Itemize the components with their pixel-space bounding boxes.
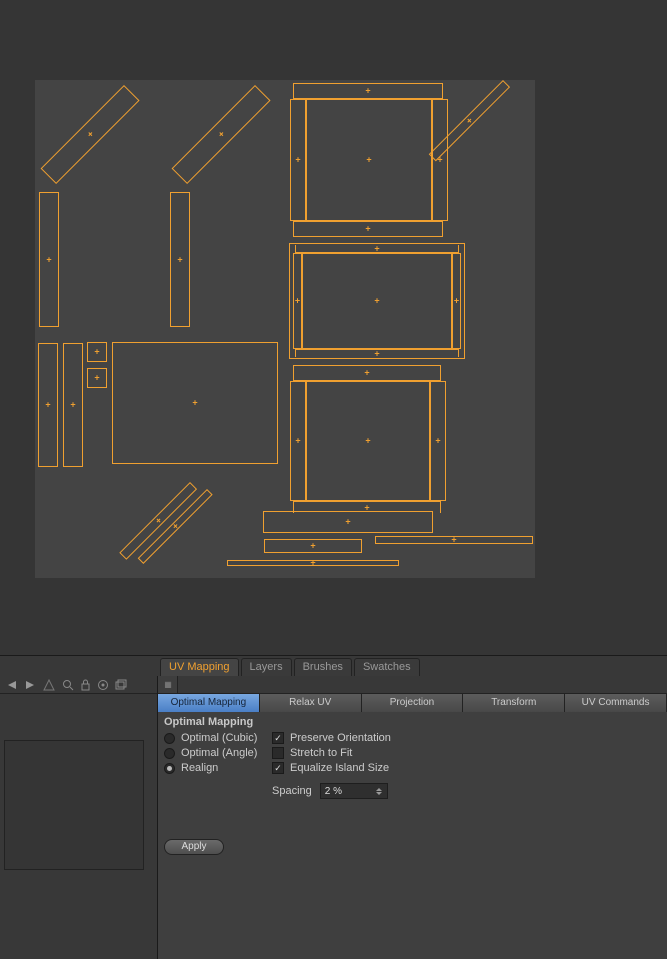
uv-island[interactable]: + [87, 342, 107, 362]
uv-island[interactable]: + [293, 253, 302, 349]
checkbox-indicator: ✓ [272, 762, 284, 774]
uv-island[interactable]: + [293, 221, 443, 237]
lower-panel: UV Mapping Layers Brushes Swatches ▦ Opt… [0, 655, 667, 959]
uv-island[interactable]: + [290, 99, 306, 221]
uv-island[interactable]: + [87, 368, 107, 388]
search-icon[interactable] [62, 679, 74, 691]
uv-island[interactable]: + [306, 99, 432, 221]
uv-canvas[interactable]: + + + + + + + + + + [35, 80, 535, 578]
tab-uv-mapping[interactable]: UV Mapping [160, 658, 239, 676]
grid-icon[interactable]: ▦ [158, 676, 178, 693]
uv-island[interactable]: + [170, 192, 190, 327]
checkbox-label: Equalize Island Size [290, 762, 389, 774]
stepper-up-icon[interactable] [376, 788, 382, 791]
radio-optimal-cubic[interactable]: Optimal (Cubic) [164, 732, 264, 744]
check-preserve-orientation[interactable]: ✓ Preserve Orientation [272, 732, 391, 744]
radio-label: Realign [181, 762, 218, 774]
check-equalize-island-size[interactable]: ✓ Equalize Island Size [272, 762, 391, 774]
radio-label: Optimal (Cubic) [181, 732, 257, 744]
uv-island[interactable]: + [306, 381, 430, 501]
radio-realign[interactable]: Realign [164, 762, 264, 774]
uv-island[interactable]: + [39, 192, 59, 327]
tab-swatches[interactable]: Swatches [354, 658, 420, 676]
target-icon[interactable] [97, 679, 109, 691]
optimal-mapping-options: Optimal Mapping Optimal (Cubic) Optimal … [158, 712, 667, 959]
subtab-uv-commands[interactable]: UV Commands [565, 694, 667, 712]
lock-icon[interactable] [80, 679, 91, 691]
side-outline-panel [0, 712, 158, 959]
uv-island[interactable]: + [112, 342, 278, 464]
checkbox-indicator [272, 747, 284, 759]
subtab-relax-uv[interactable]: Relax UV [260, 694, 362, 712]
uv-island[interactable]: + [430, 381, 446, 501]
uv-viewport-area: + + + + + + + + + + [0, 0, 667, 655]
uv-island[interactable]: + [295, 349, 459, 357]
uv-island[interactable]: + [263, 511, 433, 533]
uv-island[interactable]: + [293, 83, 443, 99]
spacing-stepper[interactable] [376, 784, 386, 798]
tab-layers[interactable]: Layers [241, 658, 292, 676]
radio-indicator [164, 733, 175, 744]
check-stretch-to-fit[interactable]: Stretch to Fit [272, 747, 391, 759]
stepper-down-icon[interactable] [376, 792, 382, 795]
spacing-input[interactable]: 2 % [320, 783, 388, 799]
uv-island[interactable]: + [227, 560, 399, 566]
uv-island[interactable]: + [302, 253, 452, 349]
panel-title: Optimal Mapping [164, 716, 661, 728]
subtab-optimal-mapping[interactable]: Optimal Mapping [158, 694, 260, 712]
radio-indicator [164, 748, 175, 759]
uv-island[interactable]: + [452, 253, 461, 349]
apply-button[interactable]: Apply [164, 839, 224, 855]
radio-label: Optimal (Angle) [181, 747, 257, 759]
uv-island[interactable]: + [295, 245, 459, 253]
spacing-label: Spacing [272, 785, 312, 797]
triangle-up-outline-icon[interactable] [42, 678, 56, 692]
radio-optimal-angle[interactable]: Optimal (Angle) [164, 747, 264, 759]
checkbox-indicator: ✓ [272, 732, 284, 744]
uv-island[interactable]: + [293, 365, 441, 381]
uv-island[interactable]: + [63, 343, 83, 467]
uv-island[interactable]: + [38, 343, 58, 467]
uv-island[interactable]: + [290, 381, 306, 501]
uv-island[interactable]: + [264, 539, 362, 553]
layers-stack-icon[interactable] [115, 679, 127, 691]
subtab-transform[interactable]: Transform [463, 694, 565, 712]
radio-indicator [164, 763, 175, 774]
uv-island[interactable]: + [172, 85, 271, 184]
tab-brushes[interactable]: Brushes [294, 658, 352, 676]
uv-island[interactable]: + [41, 85, 140, 184]
side-empty-box [4, 740, 144, 870]
subtab-projection[interactable]: Projection [362, 694, 464, 712]
checkbox-label: Stretch to Fit [290, 747, 352, 759]
checkbox-label: Preserve Orientation [290, 732, 391, 744]
uv-island[interactable]: + [375, 536, 533, 544]
triangle-right-icon[interactable] [24, 679, 36, 691]
triangle-left-icon[interactable] [6, 679, 18, 691]
spacing-value: 2 % [325, 786, 342, 797]
